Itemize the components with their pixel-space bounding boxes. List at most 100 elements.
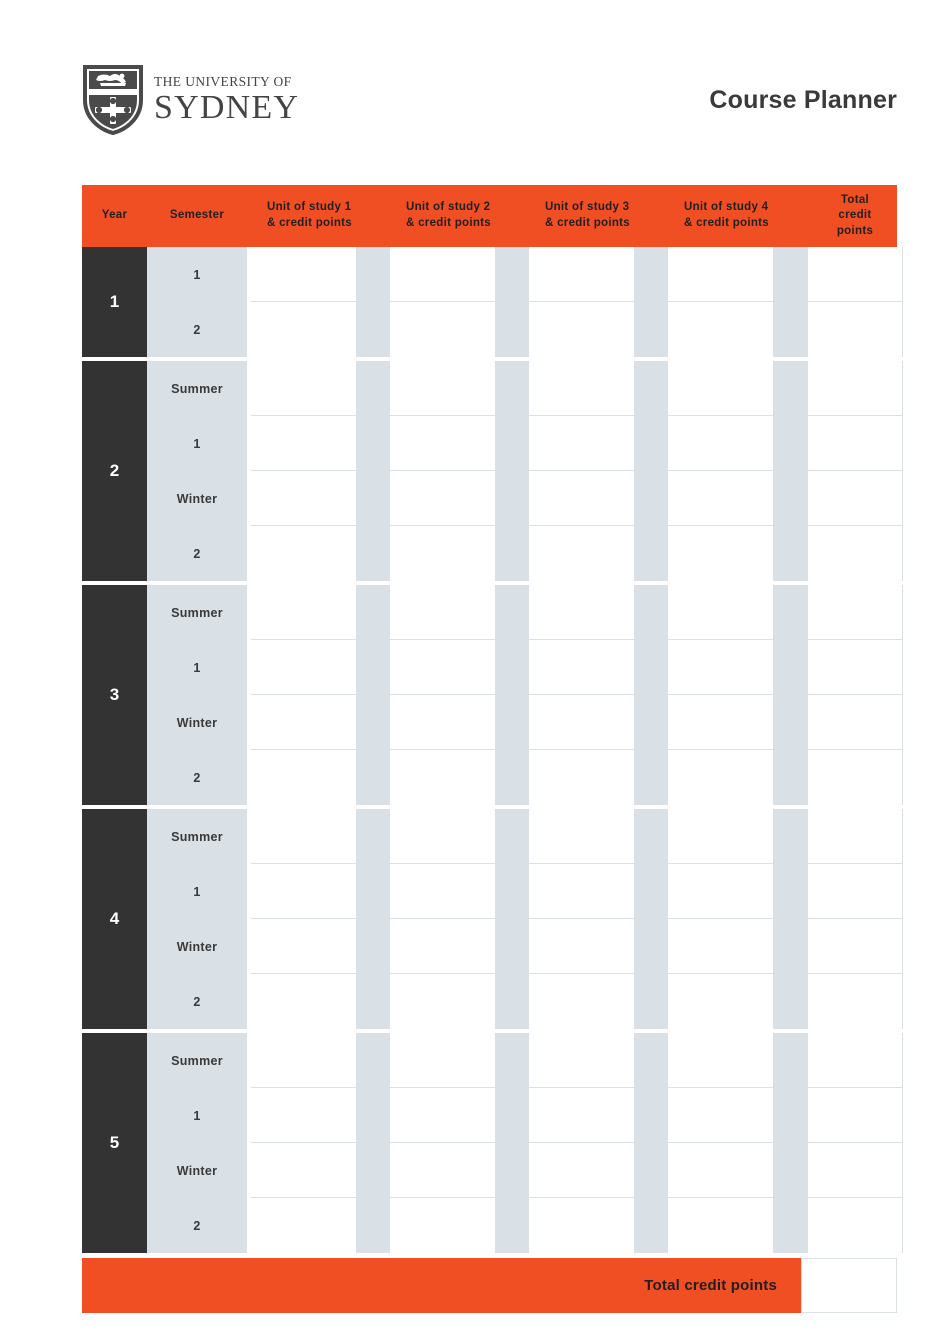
unit-of-study-input-cell[interactable] xyxy=(390,974,495,1029)
unit-of-study-input-cell[interactable] xyxy=(529,471,634,526)
unit-of-study-input-cell[interactable] xyxy=(668,919,773,974)
total-credit-points-cell[interactable] xyxy=(808,919,902,974)
unit-of-study-input-cell[interactable] xyxy=(529,695,634,750)
unit-of-study-input-cell[interactable] xyxy=(668,1143,773,1198)
unit-of-study-input-cell[interactable] xyxy=(668,750,773,805)
column-gutter xyxy=(356,361,390,581)
unit-of-study-input-cell[interactable] xyxy=(529,1033,634,1088)
unit-of-study-input-cell[interactable] xyxy=(668,471,773,526)
total-credit-points-cell[interactable] xyxy=(808,974,902,1029)
unit-of-study-input-cell[interactable] xyxy=(390,471,495,526)
unit-of-study-input-cell[interactable] xyxy=(529,526,634,581)
unit-of-study-input-cell[interactable] xyxy=(390,526,495,581)
total-credit-points-cell[interactable] xyxy=(808,302,902,357)
total-credit-points-cell[interactable] xyxy=(808,585,902,640)
unit-of-study-input-cell[interactable] xyxy=(390,750,495,805)
unit-of-study-input-cell[interactable] xyxy=(529,1143,634,1198)
unit-of-study-input-cell[interactable] xyxy=(529,302,634,357)
unit-of-study-input-cell[interactable] xyxy=(390,1143,495,1198)
unit-of-study-input-cell[interactable] xyxy=(251,974,356,1029)
unit-of-study-input-cell[interactable] xyxy=(251,1033,356,1088)
column-gutter xyxy=(773,1033,807,1253)
total-credit-points-column xyxy=(807,809,903,1029)
table-footer-total-row: Total credit points xyxy=(82,1258,897,1313)
unit-of-study-input-cell[interactable] xyxy=(390,919,495,974)
brand-line-sydney: SYDNEY xyxy=(154,88,300,126)
total-credit-points-cell[interactable] xyxy=(808,1198,902,1253)
unit-of-study-input-cell[interactable] xyxy=(251,247,356,302)
unit-of-study-input-cell[interactable] xyxy=(390,1088,495,1143)
unit-of-study-input-cell[interactable] xyxy=(251,526,356,581)
unit-of-study-input-cell[interactable] xyxy=(251,302,356,357)
unit-of-study-input-cell[interactable] xyxy=(251,361,356,416)
unit-of-study-input-cell[interactable] xyxy=(251,640,356,695)
total-credit-points-cell[interactable] xyxy=(808,809,902,864)
unit-of-study-input-cell[interactable] xyxy=(390,640,495,695)
unit-of-study-input-cell[interactable] xyxy=(668,695,773,750)
unit-of-study-input-cell[interactable] xyxy=(529,750,634,805)
column-header-unit-of-study-1: Unit of study 1 & credit points xyxy=(251,185,356,247)
unit-of-study-input-cell[interactable] xyxy=(668,864,773,919)
unit-of-study-input-cell[interactable] xyxy=(529,1198,634,1253)
total-credit-points-cell[interactable] xyxy=(808,864,902,919)
unit-of-study-input-cell[interactable] xyxy=(390,1198,495,1253)
unit-of-study-input-cell[interactable] xyxy=(529,809,634,864)
unit-of-study-input-cell[interactable] xyxy=(529,974,634,1029)
unit-of-study-input-cell[interactable] xyxy=(529,919,634,974)
unit-of-study-input-cell[interactable] xyxy=(390,302,495,357)
semester-label: Summer xyxy=(171,829,223,844)
unit-of-study-input-cell[interactable] xyxy=(251,864,356,919)
unit-of-study-input-cell[interactable] xyxy=(529,640,634,695)
unit-of-study-input-cell[interactable] xyxy=(668,974,773,1029)
unit-of-study-input-cell[interactable] xyxy=(668,1033,773,1088)
unit-of-study-input-cell[interactable] xyxy=(668,1088,773,1143)
unit-of-study-input-cell[interactable] xyxy=(668,640,773,695)
unit-of-study-input-cell[interactable] xyxy=(668,1198,773,1253)
unit-of-study-input-cell[interactable] xyxy=(251,416,356,471)
unit-of-study-input-cell[interactable] xyxy=(668,361,773,416)
unit-of-study-input-cell[interactable] xyxy=(390,864,495,919)
total-credit-points-cell[interactable] xyxy=(808,640,902,695)
unit-of-study-input-cell[interactable] xyxy=(668,585,773,640)
unit-of-study-input-cell[interactable] xyxy=(668,809,773,864)
unit-of-study-input-cell[interactable] xyxy=(529,361,634,416)
total-credit-points-cell[interactable] xyxy=(808,471,902,526)
total-credit-points-column xyxy=(807,247,903,357)
total-credit-points-cell[interactable] xyxy=(808,416,902,471)
unit-of-study-input-cell[interactable] xyxy=(251,750,356,805)
unit-of-study-input-cell[interactable] xyxy=(390,695,495,750)
unit-of-study-input-cell[interactable] xyxy=(251,1088,356,1143)
unit-of-study-input-cell[interactable] xyxy=(668,416,773,471)
column-gutter xyxy=(495,809,529,1029)
unit-of-study-input-cell[interactable] xyxy=(529,416,634,471)
unit-of-study-input-cell[interactable] xyxy=(390,809,495,864)
unit-of-study-input-cell[interactable] xyxy=(390,1033,495,1088)
unit-of-study-input-cell[interactable] xyxy=(668,247,773,302)
unit-of-study-input-cell[interactable] xyxy=(251,695,356,750)
total-credit-points-cell[interactable] xyxy=(808,247,902,302)
total-credit-points-input[interactable] xyxy=(801,1258,897,1313)
total-credit-points-cell[interactable] xyxy=(808,1088,902,1143)
total-credit-points-cell[interactable] xyxy=(808,1033,902,1088)
unit-of-study-input-cell[interactable] xyxy=(390,416,495,471)
total-credit-points-cell[interactable] xyxy=(808,361,902,416)
unit-of-study-input-cell[interactable] xyxy=(251,809,356,864)
unit-of-study-input-cell[interactable] xyxy=(251,919,356,974)
unit-of-study-input-cell[interactable] xyxy=(668,302,773,357)
unit-of-study-input-cell[interactable] xyxy=(390,247,495,302)
total-credit-points-cell[interactable] xyxy=(808,695,902,750)
total-credit-points-cell[interactable] xyxy=(808,750,902,805)
unit-of-study-input-cell[interactable] xyxy=(251,1198,356,1253)
unit-of-study-input-cell[interactable] xyxy=(529,1088,634,1143)
unit-of-study-input-cell[interactable] xyxy=(529,864,634,919)
unit-of-study-input-cell[interactable] xyxy=(251,585,356,640)
unit-of-study-input-cell[interactable] xyxy=(251,1143,356,1198)
unit-of-study-input-cell[interactable] xyxy=(668,526,773,581)
unit-of-study-input-cell[interactable] xyxy=(390,585,495,640)
total-credit-points-cell[interactable] xyxy=(808,1143,902,1198)
unit-of-study-input-cell[interactable] xyxy=(390,361,495,416)
unit-of-study-input-cell[interactable] xyxy=(529,585,634,640)
total-credit-points-cell[interactable] xyxy=(808,526,902,581)
unit-of-study-input-cell[interactable] xyxy=(251,471,356,526)
unit-of-study-input-cell[interactable] xyxy=(529,247,634,302)
